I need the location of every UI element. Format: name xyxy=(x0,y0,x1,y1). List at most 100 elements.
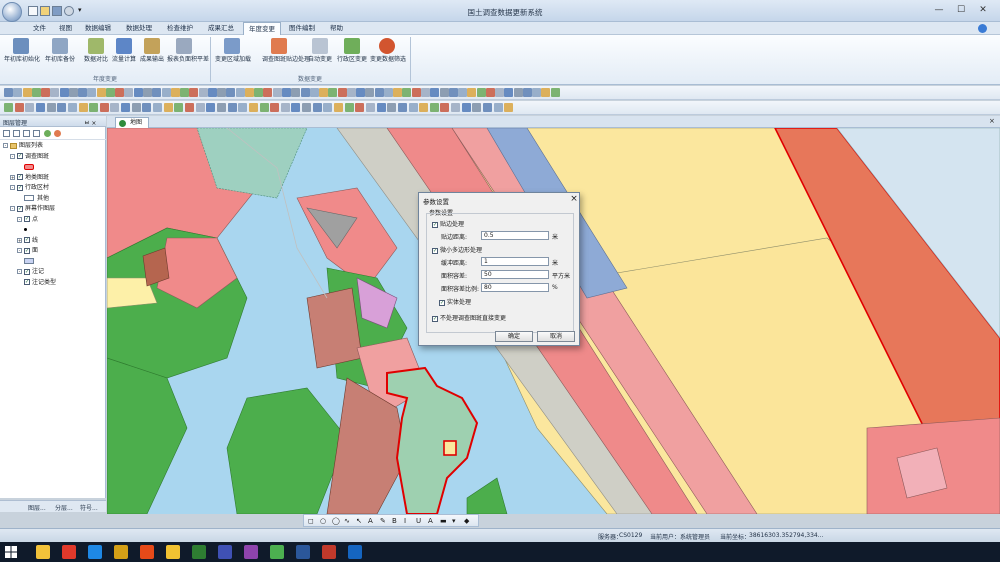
cancel-button[interactable]: 取消 xyxy=(537,331,575,342)
layer-visibility-checkbox[interactable]: ✓ xyxy=(24,268,30,275)
photos-icon[interactable] xyxy=(218,545,232,559)
layer-tree-item[interactable] xyxy=(24,162,37,172)
edge-snap-button[interactable]: 调查图斑贴边处理 xyxy=(262,38,310,72)
toolbar-button-icon[interactable] xyxy=(429,103,439,112)
toolbar-button-icon[interactable] xyxy=(78,88,88,97)
toolbar-button-icon[interactable] xyxy=(550,88,560,97)
layer-visibility-checkbox[interactable]: ✓ xyxy=(24,279,30,285)
report-balance-button[interactable]: 报表负面积平差 xyxy=(167,38,209,72)
layer-tree-item[interactable]: - 图层列表 xyxy=(3,141,43,151)
tab-groups[interactable]: 分层... xyxy=(55,503,73,512)
word-icon[interactable] xyxy=(296,545,310,559)
toolbar-button-icon[interactable] xyxy=(57,103,67,112)
toolbar-button-icon[interactable] xyxy=(142,103,152,112)
layer-tree-item[interactable] xyxy=(24,225,30,235)
collapse-toggle-icon[interactable]: - xyxy=(17,248,22,253)
toolbar-button-icon[interactable] xyxy=(115,88,125,97)
toolbar-button-icon[interactable] xyxy=(22,88,32,97)
toolbar-button-icon[interactable] xyxy=(312,103,322,112)
layer-tree-item[interactable]: - ✓ 面 xyxy=(17,246,38,256)
toolbar-button-icon[interactable] xyxy=(206,103,216,112)
small-polygon-checkbox[interactable]: ✓ 微小多边形处理 xyxy=(432,245,482,254)
toolbar-button-icon[interactable] xyxy=(513,88,523,97)
toolbar-button-icon[interactable] xyxy=(402,88,412,97)
open-folder-icon[interactable] xyxy=(40,6,50,16)
layer-tree-item[interactable]: - ✓ 屏幕作图层 xyxy=(10,204,55,214)
toolbar-button-icon[interactable] xyxy=(124,88,134,97)
toolbar-button-icon[interactable] xyxy=(483,103,493,112)
toolbar-button-icon[interactable] xyxy=(272,88,282,97)
layer-tree-item[interactable]: - ✓ 行政区村 xyxy=(10,183,49,193)
expand-toggle-icon[interactable]: + xyxy=(10,174,15,180)
collapse-toggle-icon[interactable]: - xyxy=(10,185,15,190)
toolbar-button-icon[interactable] xyxy=(300,88,310,97)
draw-tool-icon[interactable]: ◻ xyxy=(308,517,314,525)
toolbar-button-icon[interactable] xyxy=(238,103,248,112)
arrow-app-icon[interactable] xyxy=(62,545,76,559)
gis-icon[interactable] xyxy=(348,545,362,559)
toolbar-button-icon[interactable] xyxy=(189,88,199,97)
toolbar-button-icon[interactable] xyxy=(430,88,440,97)
backup-annual-db-button[interactable]: 年初库备份 xyxy=(43,38,77,72)
shield-icon[interactable] xyxy=(322,545,336,559)
layer-visibility-checkbox[interactable]: ✓ xyxy=(17,153,23,159)
chrome-icon[interactable] xyxy=(140,545,154,559)
toolbar-button-icon[interactable] xyxy=(532,88,542,97)
toolbar-button-icon[interactable] xyxy=(334,103,344,112)
toolbar-button-icon[interactable] xyxy=(504,103,514,112)
toolbar-button-icon[interactable] xyxy=(365,103,375,112)
toolbar-button-icon[interactable] xyxy=(31,88,41,97)
toolbar-button-icon[interactable] xyxy=(323,103,333,112)
toolbar-button-icon[interactable] xyxy=(504,88,514,97)
toolbar-button-icon[interactable] xyxy=(14,103,24,112)
layer-tree-item[interactable]: + ✓ 地类图斑 xyxy=(10,173,49,183)
menu-data-edit[interactable]: 数据编辑 xyxy=(80,22,116,35)
toolbar-button-icon[interactable] xyxy=(374,88,384,97)
toolbar-button-icon[interactable] xyxy=(4,88,13,97)
draw-tool-icon[interactable]: ▬ xyxy=(440,517,447,525)
layer-visibility-checkbox[interactable]: ✓ xyxy=(17,174,23,180)
add-layer-icon[interactable] xyxy=(44,130,51,137)
menu-help[interactable]: 帮助 xyxy=(325,22,348,35)
toolbar-button-icon[interactable] xyxy=(217,88,227,97)
toolbar-button-icon[interactable] xyxy=(143,88,152,97)
toolbar-button-icon[interactable] xyxy=(472,103,482,112)
toolbar-button-icon[interactable] xyxy=(59,88,69,97)
maximize-button[interactable]: ☐ xyxy=(952,4,970,16)
draw-tool-icon[interactable]: U xyxy=(416,517,421,525)
panel-pin-close[interactable]: ㅂ × xyxy=(84,118,96,127)
toolbar-button-icon[interactable] xyxy=(4,103,13,112)
toolbar-button-icon[interactable] xyxy=(522,88,532,97)
toolbar-button-icon[interactable] xyxy=(270,103,280,112)
toolbar-button-icon[interactable] xyxy=(309,88,319,97)
collapse-toggle-icon[interactable]: - xyxy=(10,206,15,211)
dialog-close-button[interactable]: × xyxy=(568,193,580,205)
area-ratio-input[interactable]: 80 xyxy=(481,283,549,292)
layer-tree-item[interactable]: 其他 xyxy=(24,194,49,204)
toolbar-button-icon[interactable] xyxy=(13,88,23,97)
files-icon[interactable] xyxy=(166,545,180,559)
toolbar-button-icon[interactable] xyxy=(235,88,245,97)
toolbar-button-icon[interactable] xyxy=(541,88,551,97)
toolbar-button-icon[interactable] xyxy=(365,88,375,97)
entity-process-checkbox[interactable]: ✓ 实体处理 xyxy=(439,297,471,306)
draw-tool-icon[interactable]: ↖ xyxy=(356,517,362,525)
layer-tree-item[interactable]: - ✓ 点 xyxy=(17,215,38,225)
toolbar-button-icon[interactable] xyxy=(67,103,77,112)
draw-tool-icon[interactable]: ◯ xyxy=(332,517,340,525)
save-icon[interactable] xyxy=(52,6,62,16)
collapse-toggle-icon[interactable]: - xyxy=(17,216,22,222)
toolbar-button-icon[interactable] xyxy=(387,103,397,112)
layer-visibility-checkbox[interactable]: ✓ xyxy=(17,184,23,191)
toolbar-button-icon[interactable] xyxy=(78,103,88,112)
layer-tree-item[interactable]: - ✓ 调查图斑 xyxy=(10,152,49,162)
toolbar-button-icon[interactable] xyxy=(207,88,217,97)
toolbar-button-icon[interactable] xyxy=(99,103,109,112)
toolbar-button-icon[interactable] xyxy=(170,88,180,97)
toolbar-button-icon[interactable] xyxy=(346,88,356,97)
expand-toggle-icon[interactable]: + xyxy=(17,237,22,243)
toolbar-button-icon[interactable] xyxy=(344,103,354,112)
gallery-icon[interactable] xyxy=(244,545,258,559)
toolbar-button-icon[interactable] xyxy=(263,88,273,97)
result-output-button[interactable]: 成果输出 xyxy=(135,38,169,72)
